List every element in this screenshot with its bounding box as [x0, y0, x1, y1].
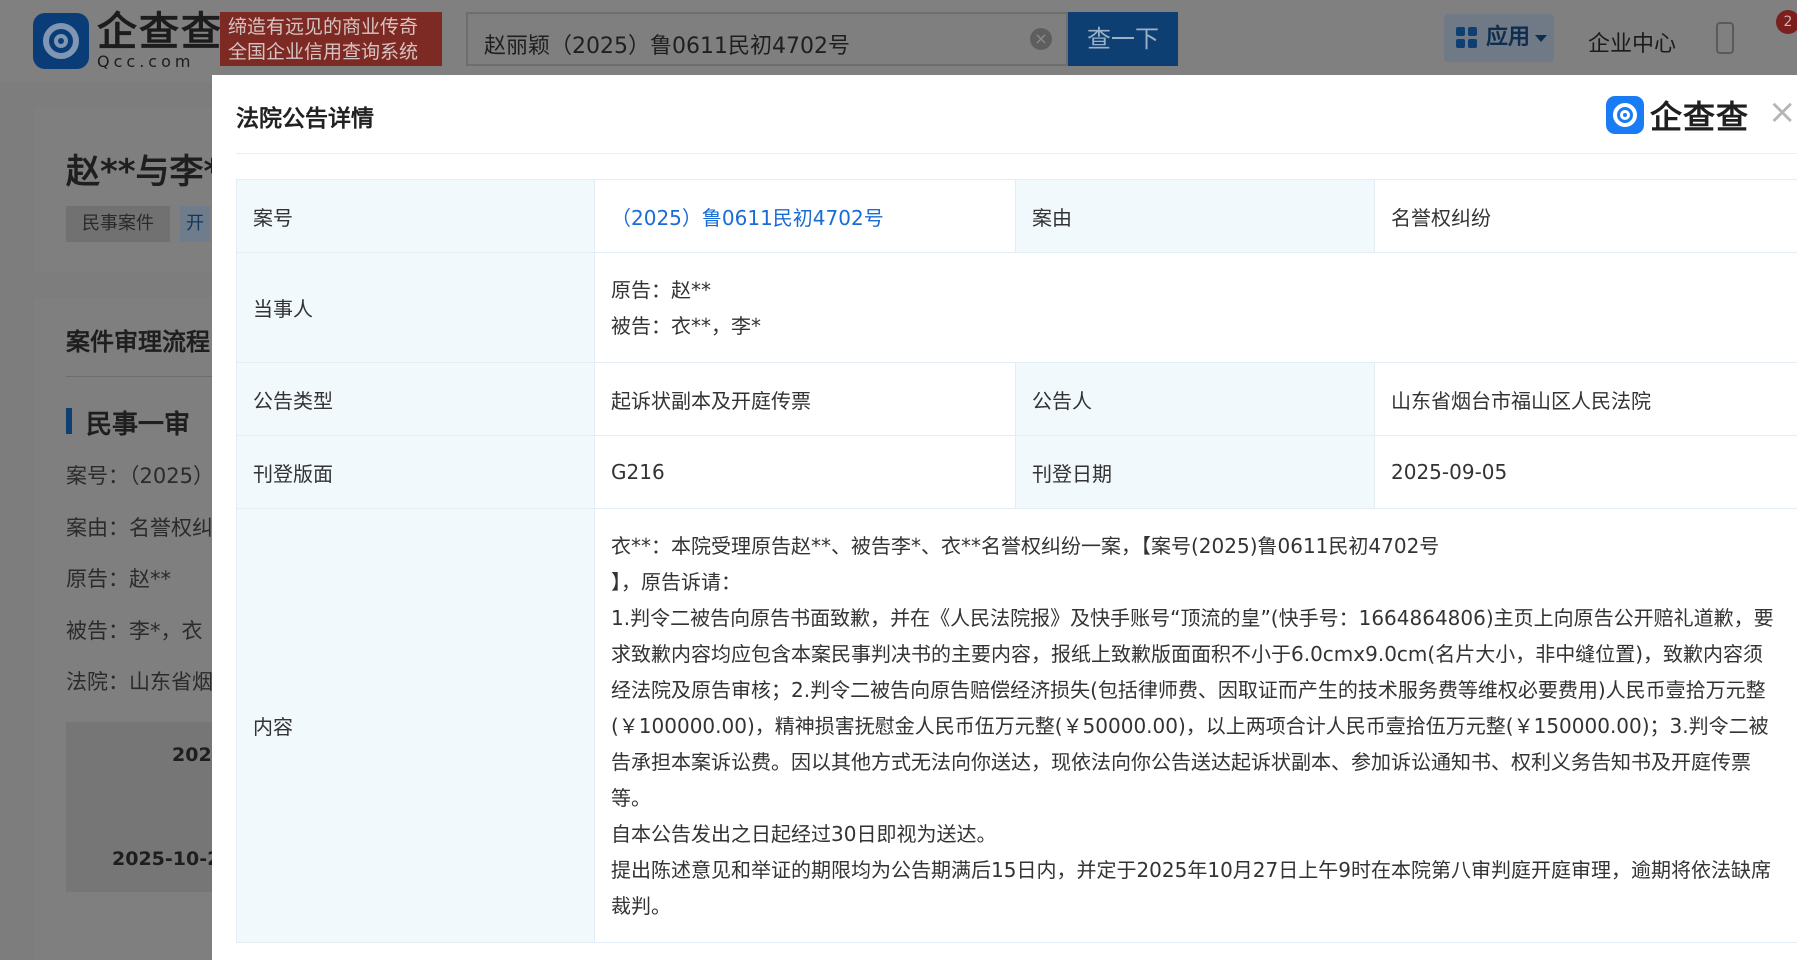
content-label: 内容 — [236, 508, 595, 943]
divider — [66, 376, 224, 377]
bg-defendant: 被告：李*，衣 — [66, 619, 203, 643]
qcc-logo[interactable]: 企查查 Qcc.com — [33, 10, 223, 72]
table-row: 刊登版面 G216 刊登日期 2025-09-05 — [236, 435, 1797, 509]
table-row: 案号 （2025）鲁0611民初4702号 案由 名誉权纠纷 — [236, 179, 1797, 253]
search-input-value: 赵丽颖（2025）鲁0611民初4702号 — [484, 34, 850, 59]
slogan-line2: 全国企业信用查询系统 — [228, 41, 419, 63]
bg-case-no: 案号：（2025） — [66, 464, 214, 488]
qcc-logo-icon — [33, 13, 89, 69]
tag-status: 开 — [180, 206, 210, 242]
apps-label: 应用 — [1486, 25, 1531, 50]
announcer-label: 公告人 — [1015, 362, 1375, 436]
search-button[interactable]: 查一下 — [1068, 12, 1178, 66]
cause-value: 名誉权纠纷 — [1374, 179, 1797, 253]
table-row: 当事人 原告：赵** 被告：衣**，李* — [236, 252, 1797, 363]
stage-marker — [66, 408, 72, 434]
page-value: G216 — [594, 435, 1016, 509]
case-no-label: 案号 — [236, 179, 595, 253]
content-paragraph-1: 衣**：本院受理原告赵**、被告李*、衣**名誉权纠纷一案，【案号(2025)鲁… — [611, 533, 1440, 558]
court-notice-modal: 法院公告详情 企查查 × 案号 （2025）鲁0611民初4702号 案由 名誉… — [212, 75, 1797, 960]
search-input[interactable]: 赵丽颖（2025）鲁0611民初4702号 × — [466, 12, 1068, 66]
party-value: 原告：赵** 被告：衣**，李* — [594, 252, 1797, 363]
apps-dropdown[interactable]: 应用 — [1444, 14, 1554, 62]
content-value: 衣**：本院受理原告赵**、被告李*、衣**名誉权纠纷一案，【案号(2025)鲁… — [594, 508, 1797, 943]
divider — [236, 153, 1797, 154]
logo-cn: 企查查 — [97, 9, 223, 55]
mobile-phone-icon[interactable] — [1716, 22, 1734, 54]
top-header: 企查查 Qcc.com 缔造有远见的商业传奇 全国企业信用查询系统 赵丽颖（20… — [0, 0, 1797, 82]
notification-badge[interactable]: 2 — [1776, 10, 1797, 34]
page-label: 刊登版面 — [236, 435, 595, 509]
slogan-line1: 缔造有远见的商业传奇 — [228, 16, 419, 38]
cause-label: 案由 — [1015, 179, 1375, 253]
enterprise-center-link[interactable]: 企业中心 — [1588, 26, 1676, 58]
bg-plaintiff: 原告：赵** — [66, 567, 171, 591]
notice-detail-table: 案号 （2025）鲁0611民初4702号 案由 名誉权纠纷 当事人 原告：赵*… — [236, 179, 1797, 943]
stage-title: 民事一审 — [86, 410, 191, 440]
case-flow-title: 案件审理流程 — [66, 328, 210, 356]
modal-logo: 企查查 — [1606, 95, 1750, 136]
date-label: 刊登日期 — [1015, 435, 1375, 509]
table-row: 公告类型 起诉状副本及开庭传票 公告人 山东省烟台市福山区人民法院 — [236, 362, 1797, 436]
tag-civil-case: 民事案件 — [66, 206, 170, 242]
type-label: 公告类型 — [236, 362, 595, 436]
party-label: 当事人 — [236, 252, 595, 363]
qcc-logo-icon — [1606, 96, 1644, 134]
clear-icon[interactable]: × — [1030, 28, 1052, 50]
chevron-down-icon — [1535, 35, 1547, 42]
case-title: 赵**与李* — [66, 152, 222, 192]
apps-grid-icon — [1456, 27, 1478, 49]
close-icon[interactable]: × — [1768, 95, 1797, 129]
content-paragraph-4: 提出陈述意见和举证的期限均为公告期满后15日内，并定于2025年10月27日上午… — [611, 857, 1771, 918]
content-paragraph-3: 自本公告发出之日起经过30日即视为送达。 — [611, 821, 997, 846]
content-paragraph-1b: 】，原告诉请： — [611, 569, 741, 594]
content-paragraph-2: 1.判令二被告向原告书面致歉，并在《人民法院报》及快手账号“顶流的皇”(快手号：… — [611, 605, 1774, 810]
case-no-link[interactable]: （2025）鲁0611民初4702号 — [594, 179, 1016, 253]
modal-logo-text: 企查查 — [1650, 98, 1750, 136]
defendant-value: 被告：衣**，李* — [611, 313, 761, 338]
bg-cause: 案由：名誉权纠 — [66, 516, 213, 540]
modal-title: 法院公告详情 — [236, 106, 374, 132]
announcer-value: 山东省烟台市福山区人民法院 — [1374, 362, 1797, 436]
bg-court: 法院：山东省烟 — [66, 670, 213, 694]
plaintiff-value: 原告：赵** — [611, 277, 711, 302]
type-value: 起诉状副本及开庭传票 — [594, 362, 1016, 436]
slogan-banner: 缔造有远见的商业传奇 全国企业信用查询系统 — [220, 12, 442, 66]
logo-en: Qcc.com — [97, 52, 195, 71]
table-row: 内容 衣**：本院受理原告赵**、被告李*、衣**名誉权纠纷一案，【案号(202… — [236, 508, 1797, 943]
logo-text: 企查查 Qcc.com — [97, 12, 223, 70]
date-value: 2025-09-05 — [1374, 435, 1797, 509]
